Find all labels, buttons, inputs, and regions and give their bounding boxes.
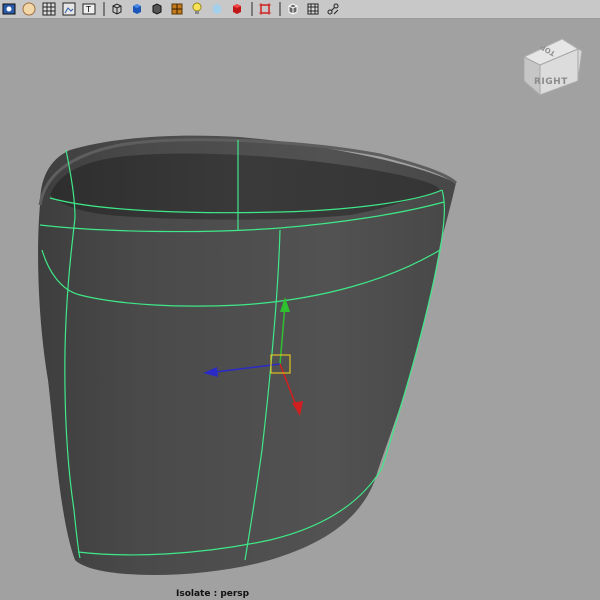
- scene-canvas[interactable]: [0, 19, 600, 600]
- resolution-gate-icon[interactable]: T: [80, 0, 98, 18]
- view-cube-right-label: RIGHT: [534, 77, 568, 87]
- grid-icon[interactable]: [40, 0, 58, 18]
- wireframe-on-shaded-icon[interactable]: [284, 0, 302, 18]
- toolbar-separator: [251, 2, 253, 16]
- perspective-viewport[interactable]: [0, 19, 600, 600]
- toolbar-separator: [279, 2, 281, 16]
- textured-icon[interactable]: [168, 0, 186, 18]
- select-camera-icon[interactable]: [0, 0, 18, 18]
- frame-all-icon[interactable]: [304, 0, 322, 18]
- shaded-wireframe-icon[interactable]: [148, 0, 166, 18]
- joints-icon[interactable]: [324, 0, 342, 18]
- xray-icon[interactable]: [208, 0, 226, 18]
- smooth-shade-icon[interactable]: [128, 0, 146, 18]
- wireframe-icon[interactable]: [108, 0, 126, 18]
- camera-attributes-icon[interactable]: [20, 0, 38, 18]
- use-all-lights-icon[interactable]: [188, 0, 206, 18]
- viewport-toolbar: T: [0, 0, 600, 19]
- svg-text:T: T: [85, 5, 91, 14]
- toolbar-separator: [103, 2, 105, 16]
- camera-label: Isolate : persp: [176, 589, 250, 599]
- image-plane-icon[interactable]: [60, 0, 78, 18]
- isolate-select-icon[interactable]: [256, 0, 274, 18]
- backface-culling-icon[interactable]: [228, 0, 246, 18]
